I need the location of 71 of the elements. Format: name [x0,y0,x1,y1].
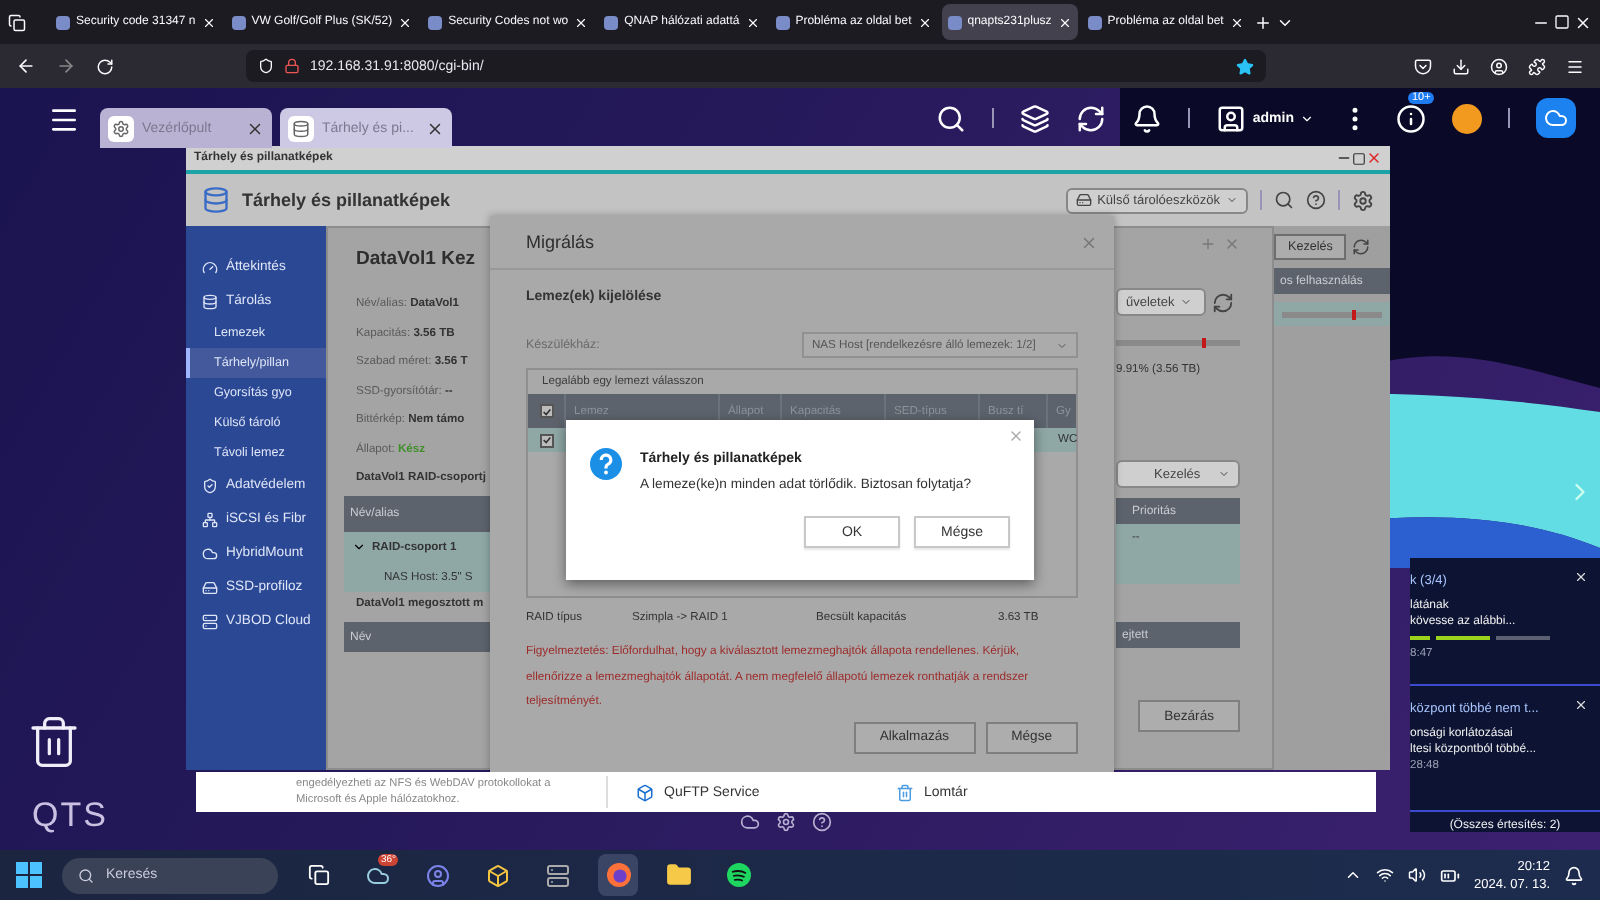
sidebar-icon [202,293,218,309]
volume-icon[interactable] [1408,866,1427,884]
bookmark-star-icon[interactable] [1236,57,1254,75]
database-icon [202,186,230,214]
favicon-icon [428,15,443,29]
app-title: Tárhely és pillanatképek [242,190,453,210]
refresh-icon[interactable] [1212,291,1234,313]
cloud-icon [1544,106,1568,130]
shield-icon [258,58,274,74]
caret-icon [1056,339,1068,351]
dialog-title: DataVol1 Kez [356,248,477,270]
trash-icon [896,783,914,801]
dialog-title: Migrálás [526,232,595,252]
windows-start-icon[interactable] [16,862,42,888]
tray-expand-icon[interactable] [1344,866,1363,884]
help-icon[interactable] [1306,190,1326,210]
sidebar-icon [202,511,218,527]
trash-icon[interactable] [26,714,82,770]
wifi-icon[interactable] [1376,866,1395,884]
sidebar-icon [202,579,218,595]
new-tab-icon[interactable] [1253,13,1272,31]
close-icon[interactable] [246,119,264,137]
close-icon[interactable] [426,119,444,137]
back-icon[interactable] [16,56,36,76]
qts-logo: QTS [32,796,108,836]
drive-icon [1075,192,1092,208]
chevron-down-icon[interactable] [352,540,366,554]
extensions-icon[interactable] [1528,57,1546,75]
favicon-icon [231,15,246,29]
stack-icon[interactable] [1020,103,1051,133]
tab-list-icon[interactable] [8,13,26,31]
checkbox[interactable] [540,404,554,418]
download-icon[interactable] [1452,57,1470,75]
question-icon [590,444,622,484]
bell-icon[interactable] [1132,103,1163,133]
battery-icon[interactable] [1440,865,1461,885]
search-icon[interactable] [936,103,967,133]
caret-icon [1218,468,1230,480]
user-icon [1216,103,1247,133]
favicon-icon [604,15,619,29]
info-icon[interactable] [1396,103,1426,133]
menu-icon[interactable] [1566,57,1584,75]
caret-icon [1300,111,1314,125]
favicon-icon [1087,15,1102,29]
lock-icon [284,58,300,74]
sidebar-icon [202,477,218,493]
forward-icon[interactable] [56,56,76,76]
account-icon[interactable] [1490,57,1508,75]
sync-icon[interactable] [1076,103,1107,133]
cloud-icon[interactable] [740,812,760,832]
caret-icon [1180,296,1193,308]
caret-icon [1226,194,1238,206]
gear-icon [108,115,134,141]
database-icon [288,115,314,141]
app-icon [636,783,654,801]
search-icon [78,867,94,883]
favicon-icon [947,15,962,29]
notification-icon[interactable] [1564,865,1584,885]
favicon-icon [775,15,790,29]
maximize-icon[interactable] [1352,151,1366,165]
checkbox[interactable] [540,433,554,447]
cloud-button[interactable] [1536,98,1576,138]
sidebar-icon [202,545,218,561]
menu-icon[interactable] [48,104,80,136]
favicon-icon [56,15,70,29]
settings-icon[interactable] [1352,189,1374,211]
sidebar-icon [202,259,218,275]
refresh-icon[interactable] [1352,238,1371,256]
sidebar-icon [202,613,218,629]
pocket-icon[interactable] [1414,57,1432,75]
reload-icon[interactable] [96,57,114,75]
